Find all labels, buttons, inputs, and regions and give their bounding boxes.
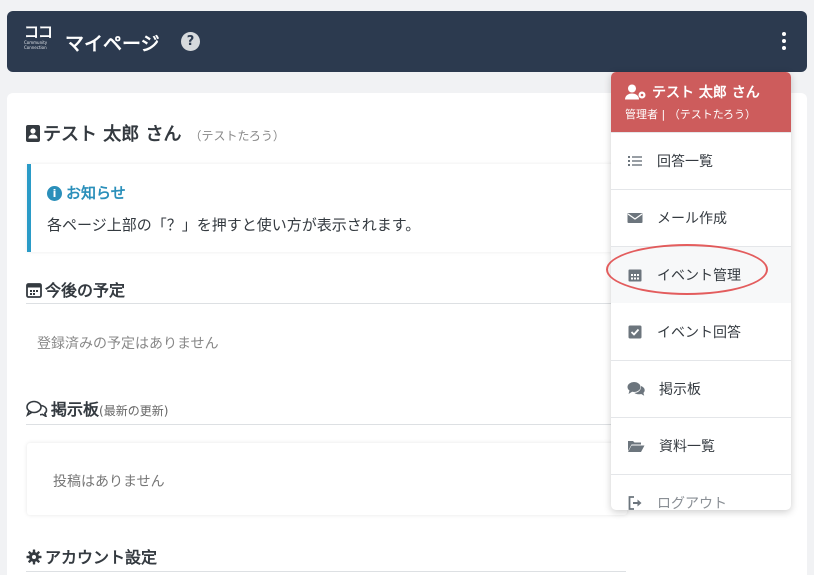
board-section-title: 掲示板(最新の更新) <box>25 396 169 420</box>
dropdown-user-name: テスト 太郎 さん <box>652 85 760 101</box>
profile-name: テスト 太郎 さん <box>43 124 182 145</box>
menu-item-logout[interactable]: ログアウト <box>611 474 791 510</box>
section-divider <box>26 571 626 572</box>
schedule-section-title: 今後の予定 <box>26 277 125 301</box>
dropdown-user-role: 管理者 | （テストたろう） <box>625 108 757 121</box>
account-title-text: アカウント設定 <box>45 548 158 567</box>
logo-mark: ココ <box>24 23 53 41</box>
id-card-icon <box>26 125 40 142</box>
profile-kana: （テストたろう） <box>189 129 285 143</box>
notice-title-text: お知らせ <box>66 184 126 202</box>
list-icon <box>628 156 642 166</box>
app-logo[interactable]: ココ Community Connection <box>24 23 53 57</box>
menu-item-bulletin-board[interactable]: 掲示板 <box>611 360 791 417</box>
gear-icon <box>26 549 42 565</box>
menu-item-answers[interactable]: 回答一覧 <box>611 132 791 189</box>
page-title: マイページ <box>65 33 160 55</box>
menu-item-label: 回答一覧 <box>657 154 713 170</box>
board-title-text: 掲示板 <box>51 400 100 419</box>
sign-out-icon <box>628 496 642 510</box>
board-box: 投稿はありません <box>27 443 627 515</box>
dropdown-user-header: テスト 太郎 さん 管理者 | （テストたろう） <box>611 72 791 132</box>
menu-item-documents[interactable]: 資料一覧 <box>611 417 791 474</box>
menu-item-label: ログアウト <box>657 496 727 510</box>
menu-item-label: イベント回答 <box>657 324 741 341</box>
notice-title: i お知らせ <box>47 182 126 203</box>
help-icon[interactable]: ? <box>181 32 200 51</box>
board-empty-text: 投稿はありません <box>53 474 165 490</box>
envelope-icon <box>627 213 643 223</box>
calendar-icon <box>26 283 42 298</box>
notice-box: i お知らせ 各ページ上部の「？」を押すと使い方が表示されます。 <box>27 164 627 252</box>
section-divider <box>26 424 626 425</box>
schedule-empty-text: 登録済みの予定はありません <box>37 336 219 352</box>
menu-item-label: 掲示板 <box>659 382 701 398</box>
menu-item-compose-mail[interactable]: メール作成 <box>611 189 791 246</box>
board-subtitle: (最新の更新) <box>99 404 169 418</box>
check-square-icon <box>628 325 642 338</box>
calendar-icon <box>628 269 642 282</box>
dropdown-user-name-row: テスト 太郎 さん <box>625 82 777 102</box>
logo-subtext-connection: Connection <box>24 45 47 50</box>
top-header: ココ Community Connection マイページ ? <box>7 11 807 72</box>
notice-body: 各ページ上部の「？」を押すと使い方が表示されます。 <box>47 216 421 234</box>
schedule-title-text: 今後の予定 <box>45 281 126 300</box>
menu-item-event-answers[interactable]: イベント回答 <box>611 303 791 360</box>
profile-heading: テスト 太郎 さん （テストたろう） <box>26 120 285 146</box>
section-divider <box>26 303 626 304</box>
comments-icon <box>627 382 645 396</box>
user-cog-icon <box>625 84 646 100</box>
info-icon: i <box>47 186 62 201</box>
folder-open-icon <box>628 441 645 452</box>
menu-item-label: メール作成 <box>657 211 727 227</box>
menu-item-label: 資料一覧 <box>659 439 715 455</box>
user-dropdown-menu: テスト 太郎 さん 管理者 | （テストたろう） 回答一覧 メール作成 イベント… <box>611 72 791 510</box>
account-section-title: アカウント設定 <box>26 544 157 568</box>
menu-item-label: イベント管理 <box>657 268 741 284</box>
kebab-menu-icon[interactable] <box>779 30 789 54</box>
menu-item-event-management[interactable]: イベント管理 <box>611 246 791 303</box>
comments-outline-icon <box>25 400 48 419</box>
